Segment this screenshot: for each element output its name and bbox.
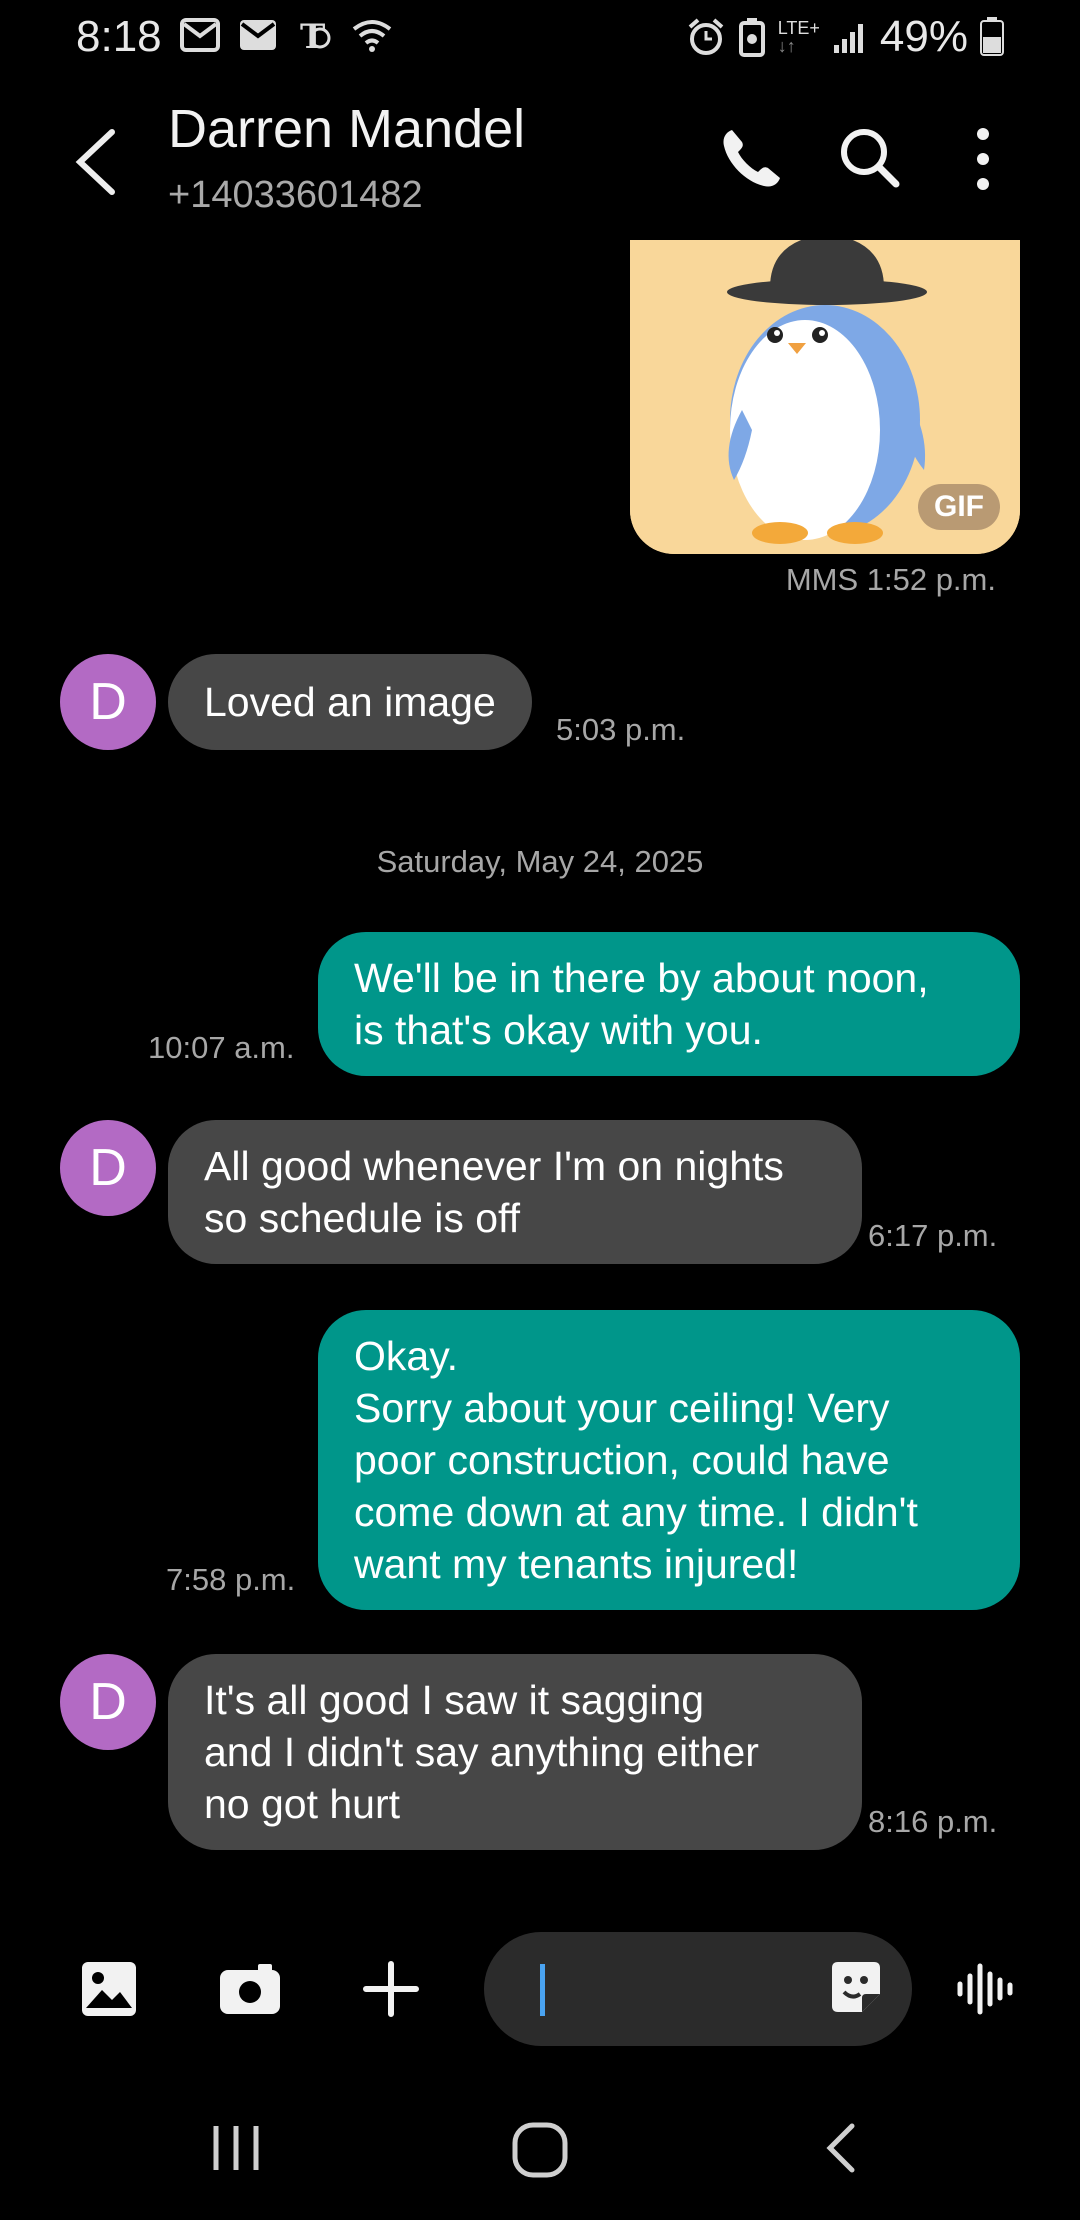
- battery-saver-icon: [738, 18, 765, 57]
- phone-icon[interactable]: [718, 124, 786, 192]
- avatar[interactable]: D: [60, 1654, 156, 1750]
- camera-icon[interactable]: [218, 1960, 282, 2018]
- message-time: 7:58 p.m.: [166, 1562, 296, 1597]
- search-icon[interactable]: [836, 124, 902, 190]
- back-nav-icon[interactable]: [818, 2120, 868, 2176]
- battery-icon: [980, 17, 1004, 56]
- voice-icon[interactable]: [954, 1960, 1018, 2018]
- back-icon[interactable]: [66, 122, 126, 202]
- message-time: 6:17 p.m.: [868, 1218, 998, 1253]
- gif-message[interactable]: GIF: [630, 240, 1020, 554]
- message-meta: MMS 1:52 p.m.: [785, 562, 996, 597]
- system-nav-bar: [0, 2090, 1080, 2220]
- date-separator: Saturday, May 24, 2025: [376, 844, 704, 879]
- news-icon: T: [300, 17, 331, 54]
- message-time: 8:16 p.m.: [868, 1804, 998, 1839]
- text-cursor: [540, 1964, 545, 2016]
- message-time: 10:07 a.m.: [148, 1030, 295, 1065]
- outgoing-message[interactable]: We'll be in there by about noon, is that…: [318, 932, 1020, 1076]
- message-composer: [0, 1920, 1080, 2060]
- contact-name[interactable]: Darren Mandel: [168, 98, 525, 160]
- status-bar: 8:18 T LTE+ ↓↑ 49%: [0, 0, 1080, 72]
- mail-icon: [240, 20, 276, 50]
- message-time: 5:03 p.m.: [556, 712, 686, 747]
- alarm-icon: [688, 18, 724, 55]
- data-arrows-icon: ↓↑: [777, 36, 796, 56]
- incoming-message[interactable]: It's all good I saw it sagging and I did…: [168, 1654, 862, 1850]
- avatar[interactable]: D: [60, 1120, 156, 1216]
- battery-percent: 49%: [879, 12, 968, 61]
- more-icon[interactable]: [968, 124, 998, 194]
- incoming-message[interactable]: Loved an image: [168, 654, 532, 750]
- incoming-message[interactable]: All good whenever I'm on nights so sched…: [168, 1120, 862, 1264]
- signal-icon: [833, 24, 863, 53]
- conversation-header: Darren Mandel +14033601482: [0, 72, 1080, 240]
- gallery-icon[interactable]: [80, 1960, 138, 2018]
- recents-icon[interactable]: [208, 2120, 264, 2176]
- network-type: LTE+: [777, 18, 820, 38]
- message-input[interactable]: [484, 1932, 912, 2046]
- contact-number: +14033601482: [168, 174, 423, 216]
- wifi-icon: [352, 20, 392, 52]
- avatar[interactable]: D: [60, 654, 156, 750]
- home-icon[interactable]: [510, 2120, 570, 2180]
- add-icon[interactable]: [362, 1960, 420, 2018]
- status-time: 8:18: [76, 12, 162, 61]
- mail-icon: [180, 18, 220, 52]
- sticker-icon[interactable]: [826, 1958, 886, 2018]
- outgoing-message[interactable]: Okay. Sorry about your ceiling! Very poo…: [318, 1310, 1020, 1610]
- gif-badge: GIF: [918, 484, 1000, 530]
